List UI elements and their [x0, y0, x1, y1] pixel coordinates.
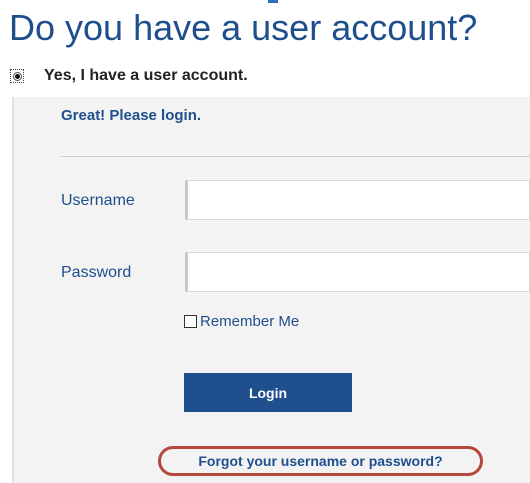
account-choice-option[interactable]: Yes, I have a user account.: [10, 66, 248, 86]
page-title: Do you have a user account?: [9, 7, 478, 48]
radio-ring-icon: [12, 71, 22, 81]
text-cursor-mark: [268, 0, 278, 3]
panel-divider: [61, 156, 530, 157]
login-panel: Great! Please login. Username Password R…: [12, 97, 530, 483]
forgot-link-highlight: Forgot your username or password?: [158, 446, 483, 476]
panel-left-edge: [12, 97, 14, 483]
login-greeting: Great! Please login.: [61, 107, 202, 124]
account-radio-button[interactable]: [10, 69, 24, 83]
forgot-credentials-link[interactable]: Forgot your username or password?: [198, 453, 442, 469]
username-label: Username: [61, 192, 135, 209]
radio-selected-dot-icon: [14, 73, 20, 79]
remember-me-label[interactable]: Remember Me: [200, 313, 299, 330]
password-input[interactable]: [185, 252, 530, 292]
login-button[interactable]: Login: [184, 373, 352, 412]
account-choice-label[interactable]: Yes, I have a user account.: [44, 67, 248, 85]
username-input[interactable]: [185, 180, 530, 220]
login-page: Do you have a user account? Yes, I have …: [0, 0, 530, 483]
password-label: Password: [61, 264, 132, 281]
remember-me-option[interactable]: Remember Me: [184, 313, 299, 330]
remember-me-checkbox[interactable]: [184, 315, 197, 328]
